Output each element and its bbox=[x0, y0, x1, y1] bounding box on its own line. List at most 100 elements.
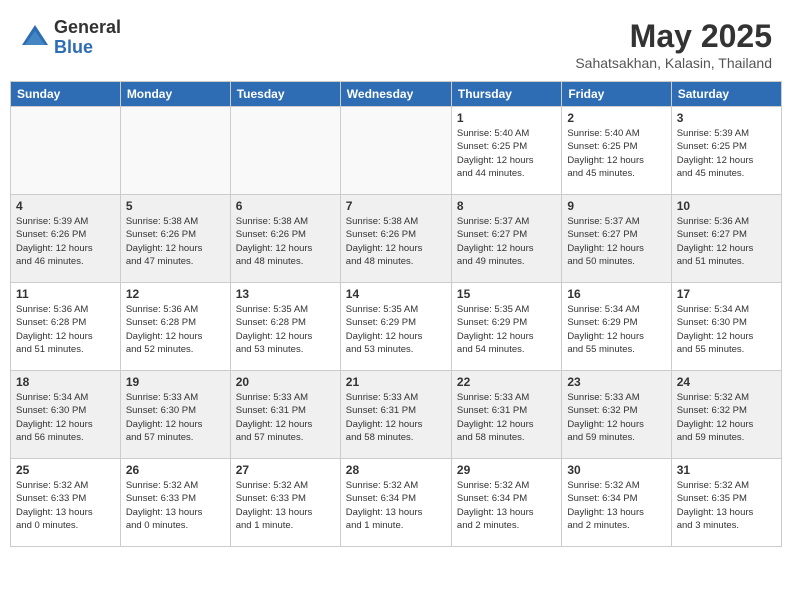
day-info: Sunrise: 5:40 AMSunset: 6:25 PMDaylight:… bbox=[567, 127, 665, 180]
calendar-cell bbox=[230, 107, 340, 195]
calendar-cell: 10 Sunrise: 5:36 AMSunset: 6:27 PMDayligh… bbox=[671, 195, 781, 283]
day-number: 26 bbox=[126, 463, 225, 477]
calendar-cell: 24Sunrise: 5:32 AMSunset: 6:32 PMDayligh… bbox=[671, 371, 781, 459]
day-number: 9 bbox=[567, 199, 665, 213]
page-header: General Blue May 2025 Sahatsakhan, Kalas… bbox=[10, 10, 782, 77]
calendar-cell: 14 Sunrise: 5:35 AMSunset: 6:29 PMDayligh… bbox=[340, 283, 451, 371]
day-number: 3 bbox=[677, 111, 776, 125]
day-info: Sunrise: 5:35 AMSunset: 6:28 PMDaylight:… bbox=[236, 303, 335, 356]
day-header-tuesday: Tuesday bbox=[230, 82, 340, 107]
calendar-cell: 28 Sunrise: 5:32 AMSunset: 6:34 PMDayligh… bbox=[340, 459, 451, 547]
calendar-cell: 5 Sunrise: 5:38 AMSunset: 6:26 PMDaylight… bbox=[120, 195, 230, 283]
calendar-cell: 4 Sunrise: 5:39 AMSunset: 6:26 PMDaylight… bbox=[11, 195, 121, 283]
day-info: Sunrise: 5:32 AMSunset: 6:33 PMDaylight:… bbox=[236, 479, 335, 532]
header-row: SundayMondayTuesdayWednesdayThursdayFrid… bbox=[11, 82, 782, 107]
calendar-cell: 8 Sunrise: 5:37 AMSunset: 6:27 PMDaylight… bbox=[451, 195, 561, 283]
week-row-4: 18 Sunrise: 5:34 AMSunset: 6:30 PMDayligh… bbox=[11, 371, 782, 459]
day-info: Sunrise: 5:38 AMSunset: 6:26 PMDaylight:… bbox=[126, 215, 225, 268]
day-header-wednesday: Wednesday bbox=[340, 82, 451, 107]
day-number: 13 bbox=[236, 287, 335, 301]
day-info: Sunrise: 5:32 AMSunset: 6:33 PMDaylight:… bbox=[126, 479, 225, 532]
day-number: 17 bbox=[677, 287, 776, 301]
calendar-cell: 1 Sunrise: 5:40 AMSunset: 6:25 PMDaylight… bbox=[451, 107, 561, 195]
calendar-cell: 16 Sunrise: 5:34 AMSunset: 6:29 PMDayligh… bbox=[562, 283, 671, 371]
day-number: 6 bbox=[236, 199, 335, 213]
calendar-cell bbox=[11, 107, 121, 195]
calendar-cell: 15Sunrise: 5:35 AMSunset: 6:29 PMDayligh… bbox=[451, 283, 561, 371]
day-number: 14 bbox=[346, 287, 446, 301]
day-info: Sunrise: 5:39 AMSunset: 6:26 PMDaylight:… bbox=[16, 215, 115, 268]
calendar-cell: 7 Sunrise: 5:38 AMSunset: 6:26 PMDaylight… bbox=[340, 195, 451, 283]
calendar-cell: 3 Sunrise: 5:39 AMSunset: 6:25 PMDaylight… bbox=[671, 107, 781, 195]
day-number: 22 bbox=[457, 375, 556, 389]
day-number: 2 bbox=[567, 111, 665, 125]
calendar-cell: 19 Sunrise: 5:33 AMSunset: 6:30 PMDayligh… bbox=[120, 371, 230, 459]
logo: General Blue bbox=[20, 18, 121, 58]
day-number: 4 bbox=[16, 199, 115, 213]
calendar-cell: 2 Sunrise: 5:40 AMSunset: 6:25 PMDaylight… bbox=[562, 107, 671, 195]
day-number: 20 bbox=[236, 375, 335, 389]
day-header-saturday: Saturday bbox=[671, 82, 781, 107]
calendar-cell: 6 Sunrise: 5:38 AMSunset: 6:26 PMDaylight… bbox=[230, 195, 340, 283]
calendar-cell: 12 Sunrise: 5:36 AMSunset: 6:28 PMDayligh… bbox=[120, 283, 230, 371]
day-number: 11 bbox=[16, 287, 115, 301]
day-info: Sunrise: 5:34 AMSunset: 6:29 PMDaylight:… bbox=[567, 303, 665, 356]
day-info: Sunrise: 5:33 AMSunset: 6:30 PMDaylight:… bbox=[126, 391, 225, 444]
day-header-sunday: Sunday bbox=[11, 82, 121, 107]
month-title: May 2025 bbox=[575, 18, 772, 55]
calendar-cell: 18 Sunrise: 5:34 AMSunset: 6:30 PMDayligh… bbox=[11, 371, 121, 459]
day-number: 23 bbox=[567, 375, 665, 389]
day-number: 21 bbox=[346, 375, 446, 389]
calendar-cell: 23 Sunrise: 5:33 AMSunset: 6:32 PMDayligh… bbox=[562, 371, 671, 459]
day-info: Sunrise: 5:33 AMSunset: 6:31 PMDaylight:… bbox=[457, 391, 556, 444]
week-row-3: 11 Sunrise: 5:36 AMSunset: 6:28 PMDayligh… bbox=[11, 283, 782, 371]
logo-general-text: General bbox=[54, 18, 121, 38]
day-number: 15 bbox=[457, 287, 556, 301]
day-info: Sunrise: 5:37 AMSunset: 6:27 PMDaylight:… bbox=[457, 215, 556, 268]
calendar-cell: 21 Sunrise: 5:33 AMSunset: 6:31 PMDayligh… bbox=[340, 371, 451, 459]
calendar-cell: 27Sunrise: 5:32 AMSunset: 6:33 PMDayligh… bbox=[230, 459, 340, 547]
calendar-cell: 13 Sunrise: 5:35 AMSunset: 6:28 PMDayligh… bbox=[230, 283, 340, 371]
day-number: 18 bbox=[16, 375, 115, 389]
day-info: Sunrise: 5:40 AMSunset: 6:25 PMDaylight:… bbox=[457, 127, 556, 180]
calendar-cell bbox=[340, 107, 451, 195]
day-info: Sunrise: 5:38 AMSunset: 6:26 PMDaylight:… bbox=[346, 215, 446, 268]
day-number: 19 bbox=[126, 375, 225, 389]
day-info: Sunrise: 5:36 AMSunset: 6:28 PMDaylight:… bbox=[126, 303, 225, 356]
day-info: Sunrise: 5:34 AMSunset: 6:30 PMDaylight:… bbox=[16, 391, 115, 444]
day-info: Sunrise: 5:32 AMSunset: 6:35 PMDaylight:… bbox=[677, 479, 776, 532]
calendar-cell bbox=[120, 107, 230, 195]
day-info: Sunrise: 5:32 AMSunset: 6:32 PMDaylight:… bbox=[677, 391, 776, 444]
day-info: Sunrise: 5:37 AMSunset: 6:27 PMDaylight:… bbox=[567, 215, 665, 268]
calendar-cell: 17 Sunrise: 5:34 AMSunset: 6:30 PMDayligh… bbox=[671, 283, 781, 371]
day-number: 10 bbox=[677, 199, 776, 213]
calendar-cell: 25Sunrise: 5:32 AMSunset: 6:33 PMDayligh… bbox=[11, 459, 121, 547]
day-info: Sunrise: 5:36 AMSunset: 6:28 PMDaylight:… bbox=[16, 303, 115, 356]
day-number: 1 bbox=[457, 111, 556, 125]
day-info: Sunrise: 5:34 AMSunset: 6:30 PMDaylight:… bbox=[677, 303, 776, 356]
day-info: Sunrise: 5:38 AMSunset: 6:26 PMDaylight:… bbox=[236, 215, 335, 268]
day-header-monday: Monday bbox=[120, 82, 230, 107]
day-info: Sunrise: 5:35 AMSunset: 6:29 PMDaylight:… bbox=[346, 303, 446, 356]
day-number: 16 bbox=[567, 287, 665, 301]
location-subtitle: Sahatsakhan, Kalasin, Thailand bbox=[575, 55, 772, 71]
day-number: 28 bbox=[346, 463, 446, 477]
day-number: 7 bbox=[346, 199, 446, 213]
calendar-cell: 11 Sunrise: 5:36 AMSunset: 6:28 PMDayligh… bbox=[11, 283, 121, 371]
day-info: Sunrise: 5:33 AMSunset: 6:32 PMDaylight:… bbox=[567, 391, 665, 444]
day-info: Sunrise: 5:32 AMSunset: 6:33 PMDaylight:… bbox=[16, 479, 115, 532]
day-info: Sunrise: 5:32 AMSunset: 6:34 PMDaylight:… bbox=[346, 479, 446, 532]
day-number: 8 bbox=[457, 199, 556, 213]
day-info: Sunrise: 5:32 AMSunset: 6:34 PMDaylight:… bbox=[457, 479, 556, 532]
day-info: Sunrise: 5:36 AMSunset: 6:27 PMDaylight:… bbox=[677, 215, 776, 268]
day-number: 5 bbox=[126, 199, 225, 213]
day-number: 12 bbox=[126, 287, 225, 301]
calendar-cell: 20Sunrise: 5:33 AMSunset: 6:31 PMDayligh… bbox=[230, 371, 340, 459]
day-header-friday: Friday bbox=[562, 82, 671, 107]
calendar-cell: 31Sunrise: 5:32 AMSunset: 6:35 PMDayligh… bbox=[671, 459, 781, 547]
title-block: May 2025 Sahatsakhan, Kalasin, Thailand bbox=[575, 18, 772, 71]
day-info: Sunrise: 5:39 AMSunset: 6:25 PMDaylight:… bbox=[677, 127, 776, 180]
day-number: 30 bbox=[567, 463, 665, 477]
day-info: Sunrise: 5:33 AMSunset: 6:31 PMDaylight:… bbox=[346, 391, 446, 444]
day-info: Sunrise: 5:32 AMSunset: 6:34 PMDaylight:… bbox=[567, 479, 665, 532]
